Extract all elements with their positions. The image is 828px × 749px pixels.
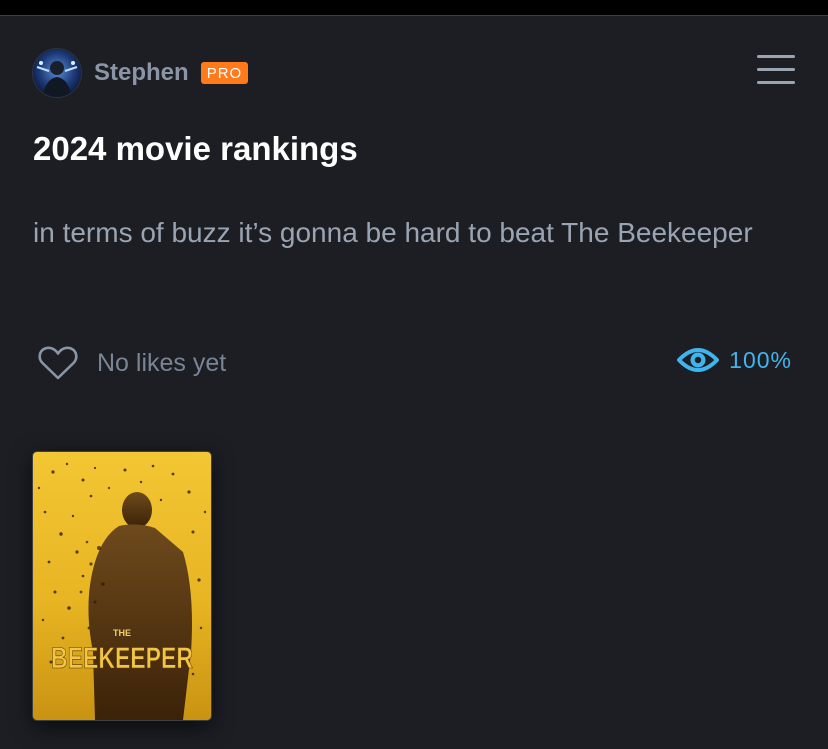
menu-line [757, 55, 795, 58]
status-bar [0, 0, 828, 16]
list-title: 2024 movie rankings [33, 130, 358, 167]
likes-label: No likes yet [97, 348, 227, 377]
hamburger-menu-icon[interactable] [757, 55, 797, 93]
list-header: Stephen PRO [32, 48, 249, 98]
film-poster-beekeeper[interactable]: THE BEEKEEPER [32, 451, 212, 721]
like-button[interactable]: No likes yet [37, 345, 226, 381]
menu-line [757, 81, 795, 84]
heart-outline-icon [38, 346, 78, 380]
poster-title-small: THE [113, 628, 131, 638]
list-description: in terms of buzz it’s gonna be hard to b… [33, 217, 753, 248]
menu-line [757, 68, 795, 71]
views-stat: 100% [677, 346, 792, 374]
eye-icon [677, 348, 720, 372]
poster-title-large: BEEKEEPER [51, 642, 193, 675]
views-percentage: 100% [729, 346, 792, 373]
username[interactable]: Stephen [94, 59, 189, 87]
pro-badge: PRO [200, 62, 249, 84]
avatar[interactable] [32, 48, 82, 98]
